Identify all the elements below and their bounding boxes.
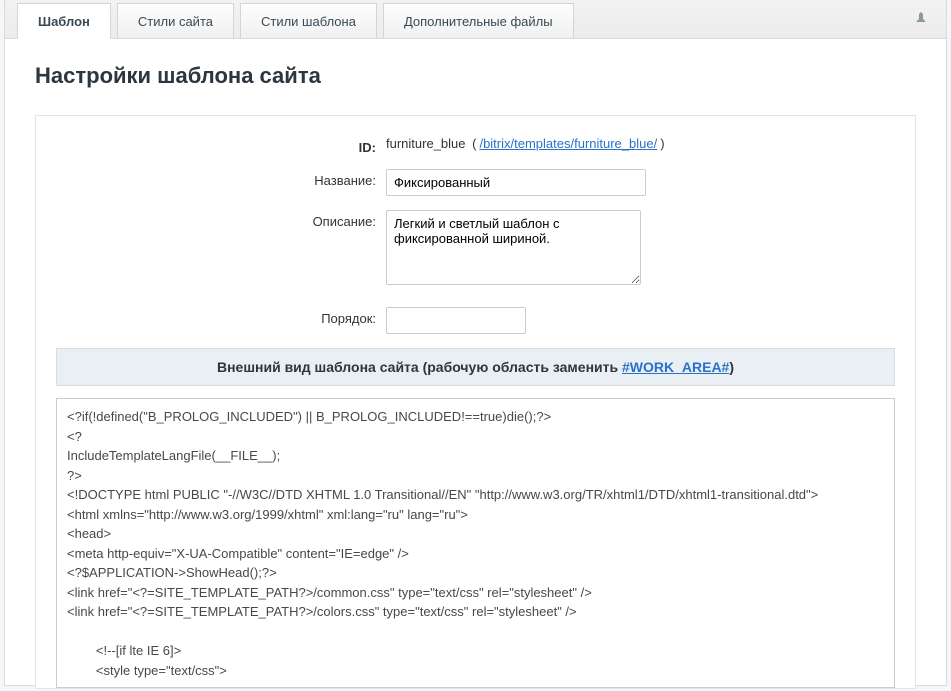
order-label: Порядок: [56, 307, 386, 326]
tab-site-styles[interactable]: Стили сайта [117, 3, 234, 39]
description-textarea[interactable] [386, 210, 641, 285]
template-code-textarea[interactable] [56, 398, 895, 688]
id-label: ID: [56, 136, 386, 155]
tab-template-styles[interactable]: Стили шаблона [240, 3, 377, 39]
work-area-link[interactable]: #WORK_AREA# [622, 359, 729, 375]
section-header-prefix: Внешний вид шаблона сайта (рабочую облас… [217, 359, 622, 375]
tab-additional-files[interactable]: Дополнительные файлы [383, 3, 574, 39]
name-input[interactable] [386, 169, 646, 196]
id-path-link[interactable]: /bitrix/templates/furniture_blue/ [479, 136, 657, 151]
name-label: Название: [56, 169, 386, 188]
section-header: Внешний вид шаблона сайта (рабочую облас… [56, 348, 895, 386]
page-title: Настройки шаблона сайта [35, 63, 916, 89]
form-block: ID: furniture_blue (/bitrix/templates/fu… [35, 115, 916, 689]
description-label: Описание: [56, 210, 386, 229]
id-value: furniture_blue [386, 136, 466, 151]
pin-icon[interactable] [914, 12, 928, 33]
order-input[interactable] [386, 307, 526, 334]
tabs-row: Шаблон Стили сайта Стили шаблона Дополни… [5, 0, 946, 39]
tab-template[interactable]: Шаблон [17, 3, 111, 39]
section-header-suffix: ) [729, 359, 734, 375]
